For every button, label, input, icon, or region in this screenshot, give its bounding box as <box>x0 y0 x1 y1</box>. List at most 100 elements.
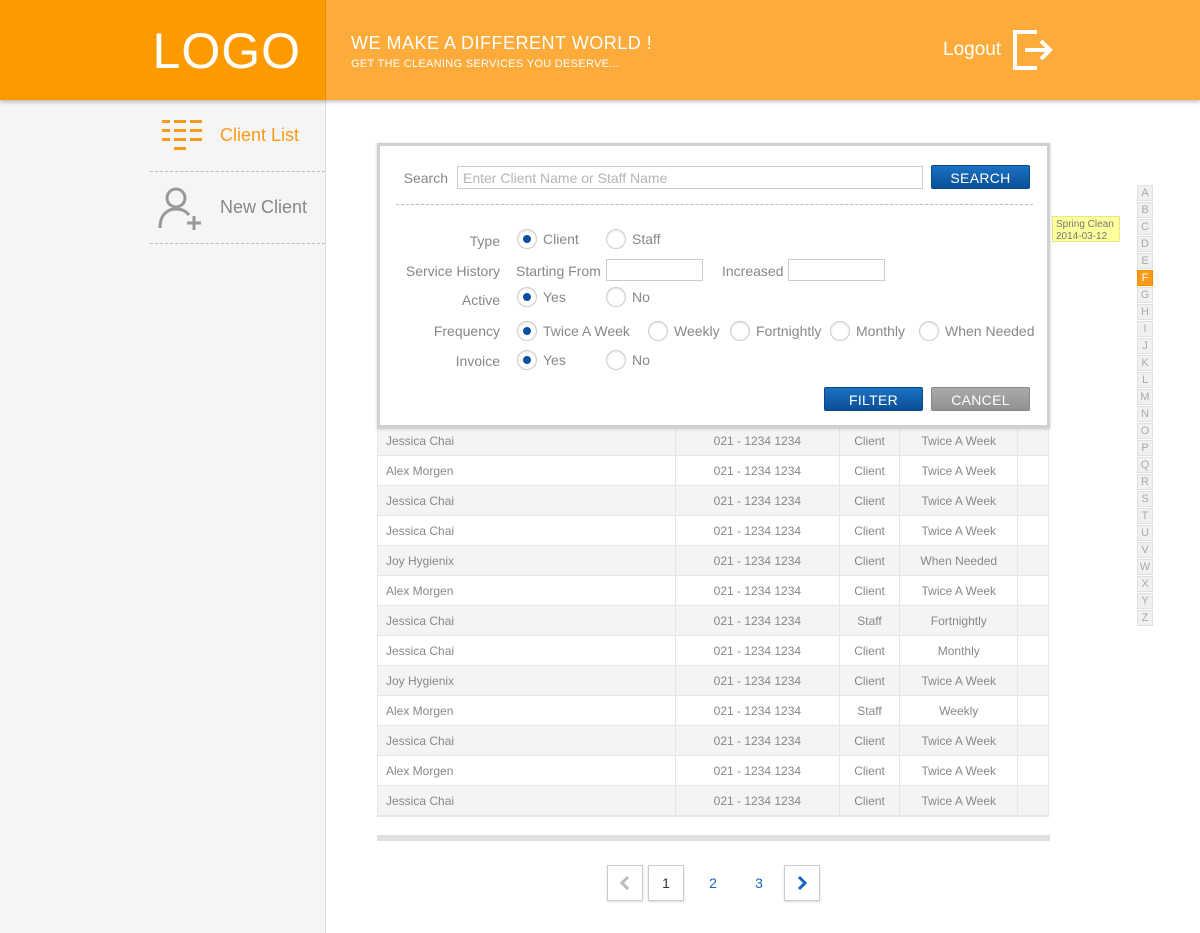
phone-cell: 021 - 1234 1234 <box>676 516 840 545</box>
active-radio-no[interactable]: No <box>606 287 650 307</box>
alphabet-letter-k[interactable]: K <box>1137 355 1153 371</box>
client-table: Jessica Chai 021 - 1234 1234 Client Twice A… <box>377 425 1049 817</box>
sidebar-item-client-list[interactable]: Client List <box>150 100 325 172</box>
radio-dot <box>648 321 668 341</box>
table-row[interactable]: Alex Morgen 021 - 1234 1234 Client Twice A … <box>378 456 1048 486</box>
alphabet-letter-g[interactable]: G <box>1137 287 1153 303</box>
table-row[interactable]: Jessica Chai 021 - 1234 1234 Client Twice A… <box>378 786 1048 816</box>
phone-cell: 021 - 1234 1234 <box>676 426 840 455</box>
frequency-radio-monthly[interactable]: Monthly <box>830 321 905 341</box>
radio-label: Yes <box>543 289 566 305</box>
frequency-cell: Fortnightly <box>900 606 1019 635</box>
table-row[interactable]: Joy Hygienix 021 - 1234 1234 Client Twice A… <box>378 666 1048 696</box>
alphabet-letter-d[interactable]: D <box>1137 236 1153 252</box>
search-button[interactable]: SEARCH <box>931 165 1030 189</box>
table-row[interactable]: Alex Morgen 021 - 1234 1234 Client Twice A … <box>378 756 1048 786</box>
table-footer-bar <box>377 835 1050 841</box>
active-radio-yes[interactable]: Yes <box>517 287 566 307</box>
alphabet-letter-b[interactable]: B <box>1137 202 1153 218</box>
sidebar-item-new-client[interactable]: New Client <box>150 172 325 244</box>
radio-dot <box>606 229 626 249</box>
table-row[interactable]: Alex Morgen 021 - 1234 1234 Client Twice A … <box>378 576 1048 606</box>
client-name-cell: Jessica Chai <box>378 636 677 665</box>
frequency-radio-fortnightly[interactable]: Fortnightly <box>730 321 821 341</box>
alphabet-letter-a[interactable]: A <box>1137 185 1153 201</box>
action-cell <box>1018 516 1048 545</box>
alphabet-letter-q[interactable]: Q <box>1137 457 1153 473</box>
page-1[interactable]: 1 <box>648 865 684 901</box>
table-row[interactable]: Jessica Chai 021 - 1234 1234 Client Twice A… <box>378 726 1048 756</box>
table-row[interactable]: Jessica Chai 021 - 1234 1234 Staff Fortnigh… <box>378 606 1048 636</box>
table-row[interactable]: Jessica Chai 021 - 1234 1234 Client Monthly <box>378 636 1048 666</box>
type-cell: Client <box>840 546 901 575</box>
alphabet-index: ABCDEFGHIJKLMNOPQRSTUVWXYZ <box>1137 185 1153 627</box>
alphabet-letter-h[interactable]: H <box>1137 304 1153 320</box>
client-name-cell: Joy Hygienix <box>378 546 677 575</box>
alphabet-letter-o[interactable]: O <box>1137 423 1153 439</box>
client-name-cell: Joy Hygienix <box>378 666 677 695</box>
cancel-button[interactable]: CANCEL <box>931 387 1030 411</box>
logout-icon <box>1013 30 1053 70</box>
filter-button[interactable]: FILTER <box>824 387 923 411</box>
alphabet-letter-j[interactable]: J <box>1137 338 1153 354</box>
alphabet-letter-v[interactable]: V <box>1137 542 1153 558</box>
sidebar-item-label: Client List <box>220 125 300 145</box>
alphabet-letter-t[interactable]: T <box>1137 508 1153 524</box>
phone-cell: 021 - 1234 1234 <box>676 546 840 575</box>
alphabet-letter-c[interactable]: C <box>1137 219 1153 235</box>
table-row[interactable]: Alex Morgen 021 - 1234 1234 Staff Weekly <box>378 696 1048 726</box>
page-3[interactable]: 3 <box>741 865 777 901</box>
radio-dot <box>606 350 626 370</box>
type-cell: Client <box>840 786 901 815</box>
table-row[interactable]: Jessica Chai 021 - 1234 1234 Client Twice A… <box>378 426 1048 456</box>
alphabet-letter-e[interactable]: E <box>1137 253 1153 269</box>
type-cell: Client <box>840 456 901 485</box>
logout-button[interactable]: Logout <box>943 28 1055 72</box>
page-2[interactable]: 2 <box>695 865 731 901</box>
radio-label: Yes <box>543 352 566 368</box>
search-label: Search <box>403 170 448 186</box>
type-cell: Client <box>840 486 901 515</box>
tagline-sub: GET THE CLEANING SERVICES YOU DESERVE... <box>351 58 620 70</box>
alphabet-letter-s[interactable]: S <box>1137 491 1153 507</box>
invoice-radio-no[interactable]: No <box>606 350 650 370</box>
alphabet-letter-f[interactable]: F <box>1137 270 1153 286</box>
event-tooltip: Spring Clean 2014-03-12 <box>1052 216 1120 242</box>
invoice-radio-yes[interactable]: Yes <box>517 350 566 370</box>
alphabet-letter-n[interactable]: N <box>1137 406 1153 422</box>
type-cell: Staff <box>840 696 901 725</box>
alphabet-letter-u[interactable]: U <box>1137 525 1153 541</box>
starting-from-input[interactable] <box>606 259 703 281</box>
alphabet-letter-i[interactable]: I <box>1137 321 1153 337</box>
type-radio-staff[interactable]: Staff <box>606 229 661 249</box>
alphabet-letter-l[interactable]: L <box>1137 372 1153 388</box>
alphabet-letter-x[interactable]: X <box>1137 576 1153 592</box>
alphabet-letter-m[interactable]: M <box>1137 389 1153 405</box>
action-cell <box>1018 696 1048 725</box>
alphabet-letter-z[interactable]: Z <box>1137 610 1153 626</box>
frequency-cell: Weekly <box>900 696 1019 725</box>
logo[interactable]: LOGO <box>153 22 301 80</box>
table-row[interactable]: Jessica Chai 021 - 1234 1234 Client Twice A… <box>378 516 1048 546</box>
type-label: Type <box>469 233 500 249</box>
alphabet-letter-w[interactable]: W <box>1137 559 1153 575</box>
table-row[interactable]: Joy Hygienix 021 - 1234 1234 Client When Ne… <box>378 546 1048 576</box>
action-cell <box>1018 636 1048 665</box>
starting-from-label: Starting From <box>516 263 601 279</box>
alphabet-letter-p[interactable]: P <box>1137 440 1153 456</box>
search-input[interactable] <box>457 166 923 189</box>
frequency-radio-when-needed[interactable]: When Needed <box>919 321 1035 341</box>
alphabet-letter-r[interactable]: R <box>1137 474 1153 490</box>
increased-input[interactable] <box>788 259 885 281</box>
type-radio-client[interactable]: Client <box>517 229 579 249</box>
alphabet-letter-y[interactable]: Y <box>1137 593 1153 609</box>
frequency-cell: Twice A Week <box>900 516 1019 545</box>
prev-page-button[interactable] <box>607 865 643 901</box>
radio-label: Weekly <box>674 323 720 339</box>
table-row[interactable]: Jessica Chai 021 - 1234 1234 Client Twice A… <box>378 486 1048 516</box>
next-page-button[interactable] <box>784 865 820 901</box>
frequency-radio-weekly[interactable]: Weekly <box>648 321 720 341</box>
frequency-radio-twice-a-week[interactable]: Twice A Week <box>517 321 630 341</box>
radio-label: Twice A Week <box>543 323 630 339</box>
divider <box>396 204 1033 205</box>
